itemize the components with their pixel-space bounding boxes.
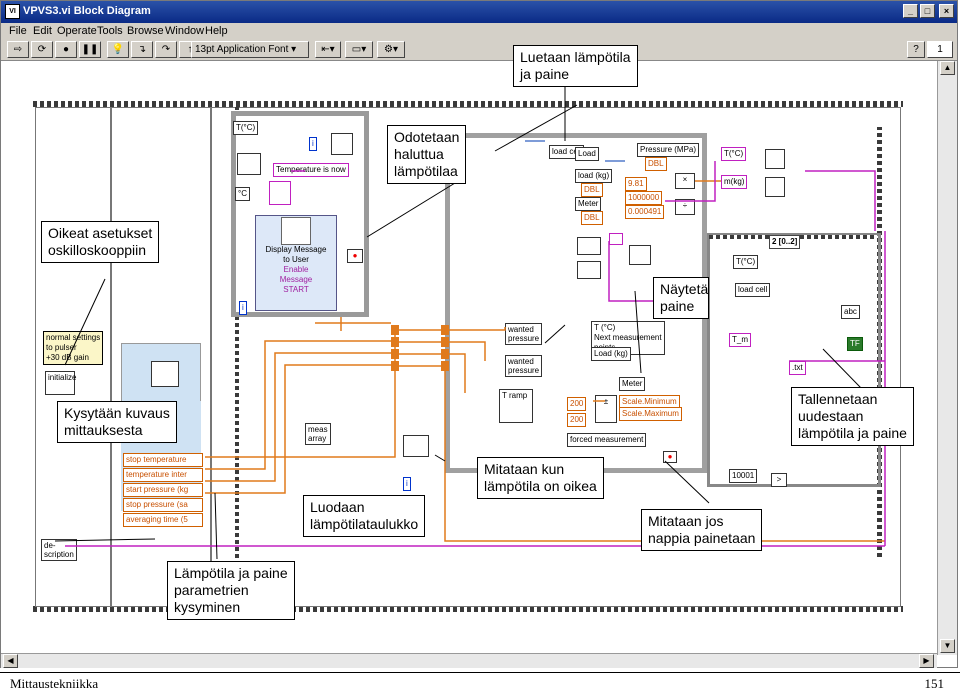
maximize-button[interactable]: □ (920, 4, 935, 18)
distribute-icon[interactable]: ▭▾ (345, 41, 373, 58)
abort-icon[interactable]: ● (55, 41, 77, 58)
scroll-up-icon[interactable]: ▲ (940, 61, 955, 75)
vi-icon: 1 (927, 41, 953, 58)
callout-odotetaan-line1: Odotetaan (394, 129, 460, 145)
font-selector-label: 13pt Application Font (195, 44, 289, 55)
menu-window[interactable]: Window (165, 25, 204, 37)
callout-tallennetaan-line1: Tallennetaan (798, 391, 878, 407)
callout-mitataan-kun-line1: Mitataan kun (484, 461, 565, 477)
callout-odotetaan-line3: lämpötilaa (394, 163, 458, 179)
callout-kysytaan-line2: mittauksesta (64, 422, 143, 438)
footer-course: Mittaustekniikka (10, 676, 99, 691)
callout-oikeat-line2: oskilloskooppiin (48, 242, 147, 258)
menu-edit[interactable]: Edit (33, 25, 52, 37)
help-icon[interactable]: ? (907, 41, 925, 58)
callout-luetaan-line2: ja paine (520, 66, 570, 82)
scroll-right-icon[interactable]: ▶ (919, 654, 934, 668)
vertical-scrollbar[interactable]: ▲ ▼ (937, 61, 957, 655)
callout-tallennetaan-line3: lämpötila ja paine (798, 425, 907, 441)
callout-luodaan-line2: lämpötilataulukko (310, 516, 419, 532)
pause-icon[interactable]: ❚❚ (79, 41, 101, 58)
callout-lampotila-line1: Lämpötila ja paine (174, 565, 288, 581)
callout-lampotila-line2: parametrien (174, 582, 249, 598)
callout-naytetaan-line1: Näytetä (660, 281, 709, 297)
menu-tools[interactable]: Tools (97, 25, 123, 37)
callout-tallennetaan: Tallennetaan uudestaan lämpötila ja pain… (791, 387, 914, 446)
wire-layer (54, 73, 886, 560)
run-arrow-icon[interactable]: ⇨ (7, 41, 29, 58)
callout-luetaan-line1: Luetaan lämpötila (520, 49, 631, 65)
font-selector[interactable]: 13pt Application Font ▾ (191, 41, 309, 58)
callout-mitataan-jos-line1: Mitataan jos (648, 513, 724, 529)
close-button[interactable]: × (939, 4, 954, 18)
footer-line (0, 672, 960, 673)
callout-oikeat-line1: Oikeat asetukset (48, 225, 153, 241)
callout-luetaan: Luetaan lämpötila ja paine (513, 45, 638, 87)
callout-luodaan: Luodaan lämpötilataulukko (303, 495, 426, 537)
window-title: VPVS3.vi Block Diagram (23, 5, 151, 17)
minimize-button[interactable]: _ (903, 4, 918, 18)
highlight-execution-icon[interactable]: 💡 (107, 41, 129, 58)
callout-lampotila-line3: kysyminen (174, 599, 241, 615)
menu-file[interactable]: File (9, 25, 27, 37)
callout-naytetaan-line2: paine (660, 298, 695, 314)
align-icon[interactable]: ⇤▾ (315, 41, 341, 58)
horizontal-scrollbar[interactable]: ◀ ▶ (1, 653, 937, 668)
callout-mitataan-jos-line2: nappia painetaan (648, 530, 756, 546)
step-over-icon[interactable]: ↷ (155, 41, 177, 58)
callout-odotetaan: Odotetaan haluttua lämpötilaa (387, 125, 467, 184)
callout-mitataan-jos: Mitataan jos nappia painetaan (641, 509, 763, 551)
toolbar: ⇨ ⟳ ● ❚❚ 💡 ↴ ↷ ↑ 13pt Application Font ▾… (1, 39, 957, 61)
scroll-left-icon[interactable]: ◀ (3, 654, 18, 668)
menu-browse[interactable]: Browse (127, 25, 164, 37)
menu-operate[interactable]: Operate (57, 25, 97, 37)
scroll-down-icon[interactable]: ▼ (940, 639, 955, 653)
callout-mitataan-kun-line2: lämpötila on oikea (484, 478, 597, 494)
callout-luodaan-line1: Luodaan (310, 499, 365, 515)
callout-lampotila: Lämpötila ja paine parametrien kysyminen (167, 561, 295, 620)
footer-page-number: 151 (924, 676, 945, 691)
callout-tallennetaan-line2: uudestaan (798, 408, 864, 424)
callout-mitataan-kun: Mitataan kun lämpötila on oikea (477, 457, 604, 499)
title-bar: VI VPVS3.vi Block Diagram _ □ × (1, 1, 957, 23)
labview-window: VI VPVS3.vi Block Diagram _ □ × File Edi… (0, 0, 958, 668)
menu-bar: File Edit Operate Tools Browse Window He… (1, 23, 957, 39)
callout-kysytaan-line1: Kysytään kuvaus (64, 405, 170, 421)
reorder-icon[interactable]: ⚙▾ (377, 41, 405, 58)
run-continuously-icon[interactable]: ⟳ (31, 41, 53, 58)
menu-help[interactable]: Help (205, 25, 228, 37)
callout-oikeat: Oikeat asetukset oskilloskooppiin (41, 221, 160, 263)
callout-kysytaan: Kysytään kuvaus mittauksesta (57, 401, 177, 443)
app-icon: VI (5, 4, 20, 19)
callout-odotetaan-line2: haluttua (394, 146, 444, 162)
block-diagram-canvas[interactable]: T(°C) °C i Temperature is now Display Me… (5, 61, 935, 653)
step-into-icon[interactable]: ↴ (131, 41, 153, 58)
callout-naytetaan: Näytetä paine (653, 277, 709, 319)
